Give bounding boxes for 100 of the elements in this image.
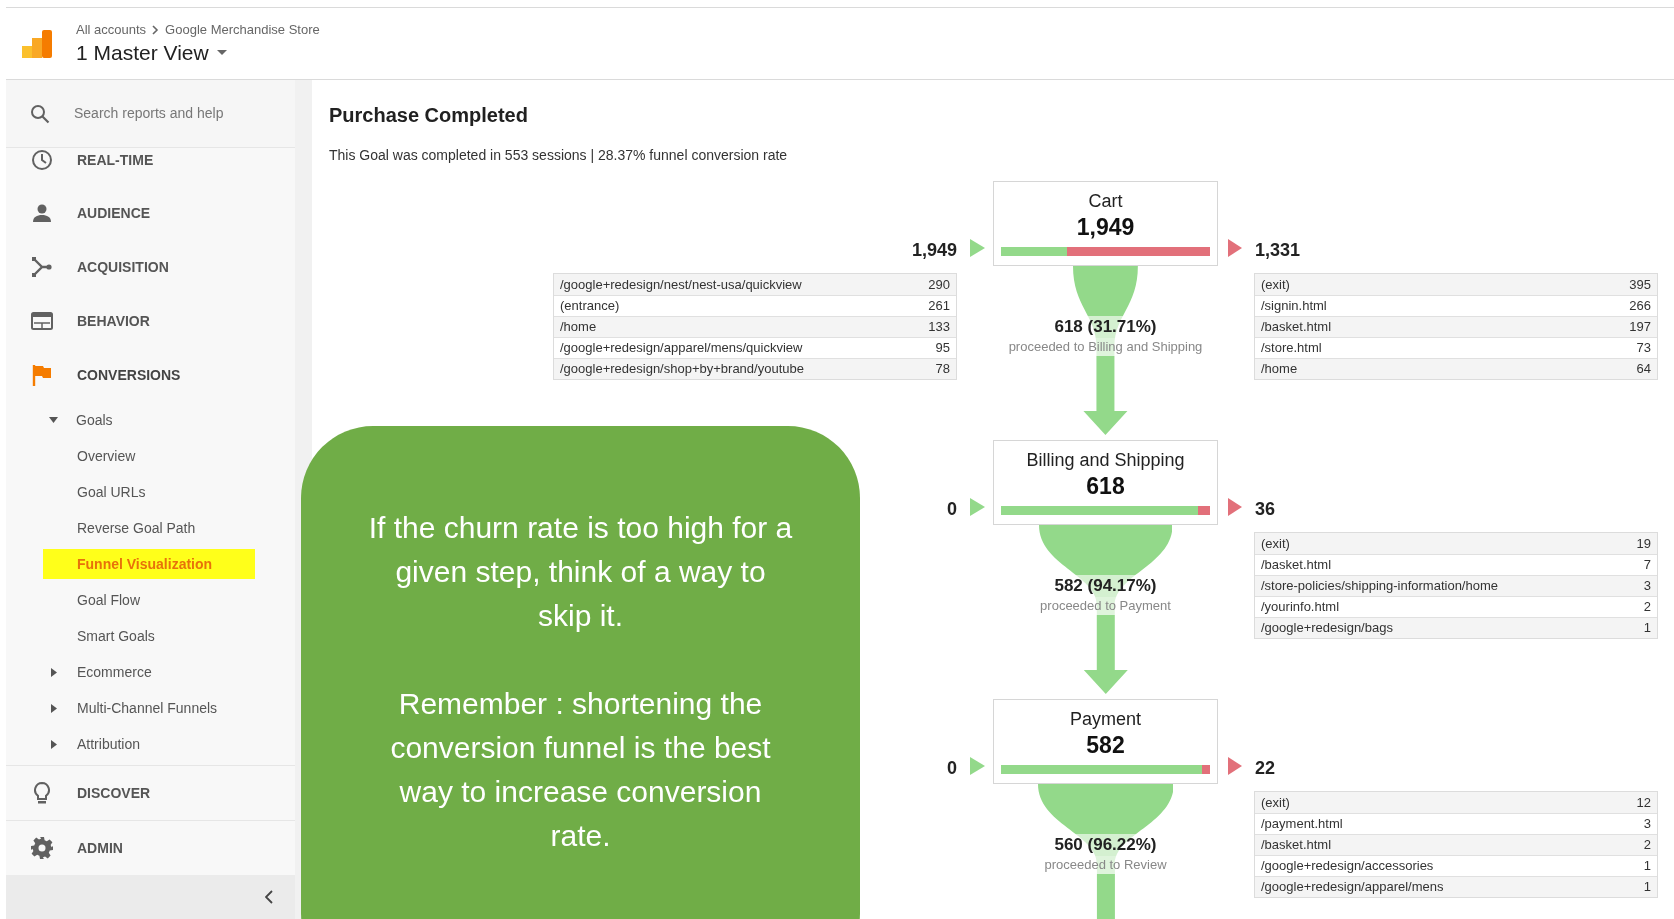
callout-text: Remember : shortening the conversion funnel is the best way to increase conversion rate. bbox=[389, 686, 772, 854]
page-count: 1 bbox=[1643, 857, 1651, 876]
page-count: 3 bbox=[1643, 577, 1651, 596]
step-count: 582 bbox=[1086, 731, 1125, 759]
page-path: /basket.html bbox=[1261, 318, 1332, 337]
play-icon bbox=[1228, 498, 1242, 516]
exit-count: 1,331 bbox=[1255, 239, 1301, 262]
page-path: /basket.html bbox=[1261, 836, 1332, 855]
entrance-count: 1,949 bbox=[911, 239, 957, 262]
search-icon bbox=[30, 103, 50, 124]
collapse-icon[interactable] bbox=[265, 890, 273, 904]
caret-right-icon bbox=[51, 739, 57, 749]
page-count: 64 bbox=[1636, 360, 1651, 379]
branch-icon bbox=[30, 256, 53, 278]
lightbulb-icon bbox=[32, 781, 51, 805]
search-input[interactable]: Search reports and help bbox=[74, 103, 264, 124]
person-icon bbox=[31, 203, 52, 223]
step-name: Payment bbox=[1069, 708, 1141, 731]
page-count: 266 bbox=[1629, 297, 1651, 316]
page-path: /google+redesign/bags bbox=[1261, 619, 1393, 638]
nav-group[interactable]: Attribution bbox=[6, 726, 295, 762]
flag-icon bbox=[31, 364, 52, 386]
clock-icon bbox=[30, 149, 53, 171]
entrance-count: 0 bbox=[947, 498, 957, 521]
page-path: (exit) bbox=[1261, 534, 1290, 553]
page-path: /signin.html bbox=[1261, 297, 1327, 316]
play-icon bbox=[1228, 239, 1242, 257]
page-count: 133 bbox=[928, 318, 950, 337]
page-count: 73 bbox=[1636, 339, 1651, 358]
nav-section[interactable]: AUDIENCE bbox=[6, 186, 295, 240]
caret-right-icon bbox=[51, 703, 57, 713]
proceeded-label: proceeded to Payment bbox=[1038, 597, 1173, 615]
page-count: 2 bbox=[1643, 598, 1651, 617]
page-path: /store-policies/shipping-information/home bbox=[1261, 577, 1498, 596]
exit-count: 36 bbox=[1255, 498, 1276, 521]
page-count: 95 bbox=[935, 339, 950, 358]
page-count: 7 bbox=[1643, 556, 1651, 575]
page-path: /google+redesign/shop+by+brand/youtube bbox=[560, 360, 804, 379]
page-path: (exit) bbox=[1261, 275, 1290, 294]
page-count: 2 bbox=[1643, 836, 1651, 855]
proceeded-count: 560 (96.22%) bbox=[1052, 834, 1159, 856]
entrance-count: 0 bbox=[947, 757, 957, 780]
step-name: Billing and Shipping bbox=[1026, 449, 1185, 472]
exit-count: 22 bbox=[1255, 757, 1276, 780]
page-path: (entrance) bbox=[560, 297, 620, 316]
nav-section[interactable]: BEHAVIOR bbox=[6, 294, 295, 348]
play-icon bbox=[970, 498, 985, 516]
page-path: /google+redesign/apparel/mens bbox=[1261, 878, 1444, 897]
proceeded-label: proceeded to Review bbox=[1042, 856, 1169, 874]
nav-group[interactable]: Goals bbox=[6, 402, 295, 438]
nav-item[interactable]: Goal URLs bbox=[43, 477, 255, 507]
page-path: /payment.html bbox=[1261, 815, 1343, 834]
step-count: 1,949 bbox=[1076, 213, 1135, 241]
proceeded-count: 618 (31.71%) bbox=[1052, 316, 1159, 338]
analytics-logo bbox=[22, 29, 52, 58]
nav-section[interactable]: REAL-TIME bbox=[6, 148, 295, 186]
nav-section[interactable]: CONVERSIONS bbox=[6, 348, 295, 402]
page-count: 78 bbox=[935, 360, 950, 379]
page-path: /store.html bbox=[1261, 339, 1322, 358]
nav-item[interactable]: Goal Flow bbox=[43, 585, 255, 615]
page-count: 197 bbox=[1629, 318, 1651, 337]
nav-item[interactable]: Smart Goals bbox=[43, 621, 255, 651]
page-path: /basket.html bbox=[1261, 556, 1332, 575]
play-icon bbox=[970, 239, 985, 257]
page-count: 395 bbox=[1629, 275, 1651, 294]
page-path: /google+redesign/accessories bbox=[1261, 857, 1434, 876]
step-name: Cart bbox=[1088, 190, 1123, 213]
proceeded-count: 582 (94.17%) bbox=[1052, 575, 1159, 597]
page-count: 3 bbox=[1643, 815, 1651, 834]
report-title: Purchase Completed bbox=[329, 103, 529, 128]
page-count: 1 bbox=[1643, 619, 1651, 638]
caret-down-icon bbox=[216, 50, 227, 55]
page-path: /google+redesign/nest/nest-usa/quickview bbox=[560, 275, 802, 294]
breadcrumb-link[interactable]: Google Merchandise Store bbox=[165, 20, 320, 39]
proceeded-label: proceeded to Billing and Shipping bbox=[1006, 338, 1205, 356]
nav-section[interactable]: ACQUISITION bbox=[6, 240, 295, 294]
chevron-right-icon bbox=[152, 24, 160, 35]
report-summary: This Goal was completed in 553 sessions | 28.37% funnel conversion rate bbox=[329, 146, 789, 165]
view-selector[interactable]: 1 Master View bbox=[76, 38, 320, 67]
page-path: /google+redesign/apparel/mens/quickview bbox=[560, 339, 803, 358]
page-count: 12 bbox=[1636, 793, 1651, 812]
caret-down-icon bbox=[49, 417, 58, 423]
callout-text: If the churn rate is too high for a given step, think of a way to skip it. bbox=[367, 510, 794, 634]
page-count: 261 bbox=[928, 297, 950, 316]
page-count: 19 bbox=[1636, 534, 1651, 553]
caret-right-icon bbox=[51, 667, 57, 677]
breadcrumb-link[interactable]: All accounts bbox=[76, 20, 147, 39]
page-count: 1 bbox=[1643, 878, 1651, 897]
play-icon bbox=[1228, 757, 1242, 775]
page-path: /home bbox=[1261, 360, 1298, 379]
step-count: 618 bbox=[1086, 472, 1125, 500]
nav-item[interactable]: Reverse Goal Path bbox=[43, 513, 255, 543]
nav-item[interactable]: Overview bbox=[43, 441, 255, 471]
page-path: /home bbox=[560, 318, 597, 337]
page-path: /yourinfo.html bbox=[1261, 598, 1340, 617]
page-count: 290 bbox=[928, 275, 950, 294]
play-icon bbox=[970, 757, 985, 775]
nav-group[interactable]: Ecommerce bbox=[6, 654, 295, 690]
settings-icon bbox=[29, 836, 54, 860]
nav-group[interactable]: Multi-Channel Funnels bbox=[6, 690, 295, 726]
